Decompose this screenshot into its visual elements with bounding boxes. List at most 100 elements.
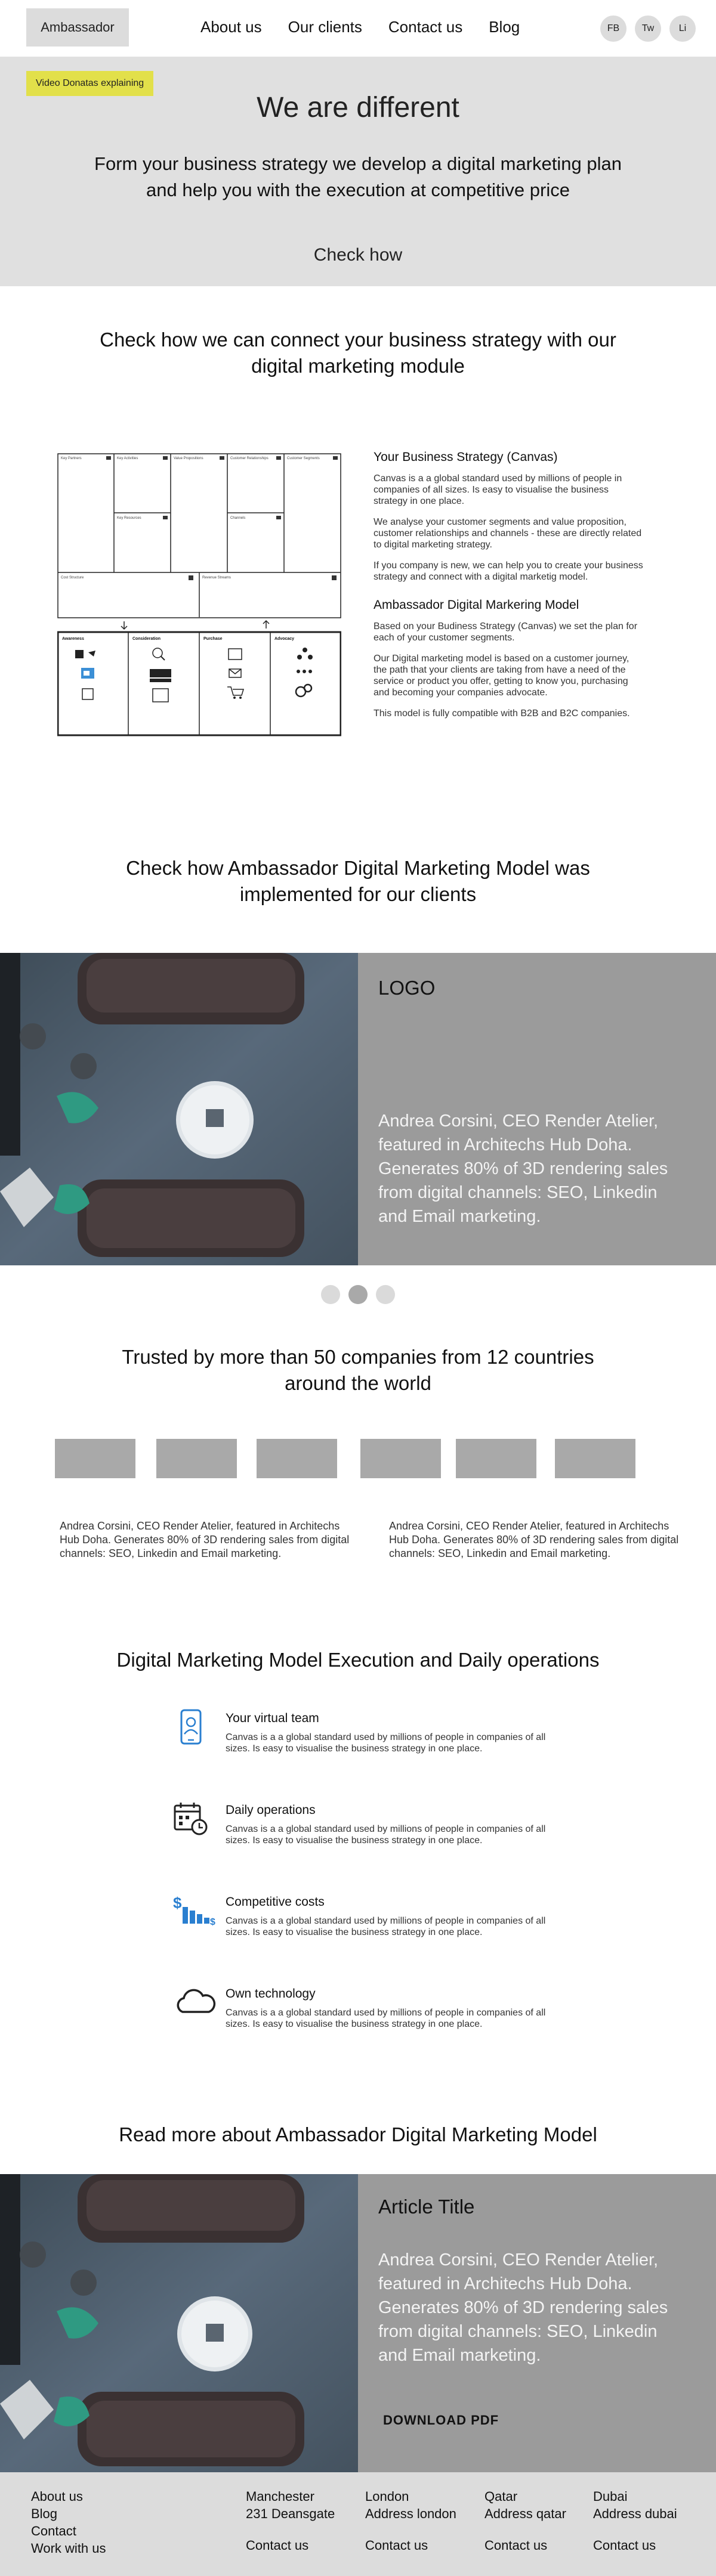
facebook-link[interactable]: FB <box>600 16 626 42</box>
client-logo-slot <box>555 1439 635 1478</box>
client-logo: LOGO <box>378 977 436 999</box>
feature-own-technology: Own technology Canvas is a a global stan… <box>173 1984 555 2056</box>
client-logo-slot <box>55 1439 135 1478</box>
site-header: Ambassador About us Our clients Contact … <box>0 0 716 57</box>
hero-section: Video Donatas explaining We are differen… <box>0 57 716 286</box>
client-logo-slot <box>156 1439 237 1478</box>
feature-text: Canvas is a a global standard used by mi… <box>226 1732 546 1754</box>
case-study-slide: LOGO Andrea Corsini, CEO Render Atelier,… <box>0 953 716 1265</box>
stage-advocacy: Advocacy <box>274 637 294 641</box>
canvas-paragraph: We analyse your customer segments and va… <box>374 517 642 550</box>
nav-about-us[interactable]: About us <box>200 18 262 36</box>
model-paragraph: Our Digital marketing model is based on … <box>374 654 629 698</box>
footer-link-blog[interactable]: Blog <box>31 2505 106 2522</box>
client-quote: Andrea Corsini, CEO Render Atelier, feat… <box>378 1111 668 1226</box>
calendar-icon <box>174 1803 208 1835</box>
canvas-description: Your Business Strategy (Canvas) Canvas i… <box>374 450 645 729</box>
stage-purchase: Purchase <box>203 637 223 641</box>
cost-chart-icon: $ $ <box>173 1894 215 1927</box>
site-footer: About us Blog Contact Work with us Manch… <box>0 2472 716 2576</box>
connect-title: Check how we can connect your business s… <box>100 329 616 377</box>
canvas-paragraph: If you company is new, we can help you t… <box>374 561 643 582</box>
nav-blog[interactable]: Blog <box>489 18 520 36</box>
office-address: Address dubai <box>593 2506 677 2521</box>
execution-title: Digital Marketing Model Execution and Da… <box>116 1649 600 1671</box>
office-contact-link[interactable]: Contact us <box>365 2537 456 2554</box>
office-qatar: Qatar Address qatar Contact us <box>484 2488 566 2554</box>
hero-subtitle: Form your business strategy we develop a… <box>94 153 622 200</box>
download-pdf-button[interactable]: DOWNLOAD PDF <box>383 2413 499 2428</box>
client-logo-slot <box>360 1439 441 1478</box>
cell-key-partners: Key Partners <box>61 457 82 460</box>
cloud-icon <box>177 1989 216 2013</box>
model-paragraph: This model is fully compatible with B2B … <box>374 708 630 719</box>
feature-daily-operations: Daily operations Canvas is a a global st… <box>173 1801 555 1872</box>
social-links: FB Tw Li <box>600 16 696 42</box>
check-how-link[interactable]: Check how <box>0 245 716 265</box>
feature-text: Canvas is a a global standard used by mi… <box>226 1824 546 1846</box>
feature-virtual-team: Your virtual team Canvas is a a global s… <box>173 1709 555 1781</box>
feature-title: Competitive costs <box>226 1895 325 1909</box>
client-logo-slot <box>257 1439 337 1478</box>
article-section: Article Title Andrea Corsini, CEO Render… <box>0 2174 716 2472</box>
phone-icon <box>180 1709 202 1745</box>
cell-key-resources: Key Resources <box>117 516 141 520</box>
office-address: Address london <box>365 2506 456 2521</box>
linkedin-link[interactable]: Li <box>669 16 696 42</box>
office-dubai: Dubai Address dubai Contact us <box>593 2488 677 2554</box>
cell-customer-segments: Customer Segments <box>287 457 320 460</box>
nav-our-clients[interactable]: Our clients <box>288 18 362 36</box>
site-logo[interactable]: Ambassador <box>26 8 129 47</box>
office-city: Qatar <box>484 2489 518 2504</box>
svg-text:$: $ <box>173 1894 182 1912</box>
feature-competitive-costs: $ $ Competitive costs Canvas is a a glob… <box>173 1893 555 1964</box>
svg-text:$: $ <box>210 1917 215 1927</box>
feature-text: Canvas is a a global standard used by mi… <box>226 1916 546 1937</box>
testimonial: Andrea Corsini, CEO Render Atelier, feat… <box>60 1520 350 1559</box>
office-city: Manchester <box>246 2489 314 2504</box>
office-address: Address qatar <box>484 2506 566 2521</box>
nav-contact-us[interactable]: Contact us <box>388 18 462 36</box>
office-contact-link[interactable]: Contact us <box>484 2537 566 2554</box>
feature-title: Your virtual team <box>226 1711 319 1725</box>
client-logos <box>55 1439 663 1478</box>
cell-key-activities: Key Activities <box>117 457 138 460</box>
footer-links: About us Blog Contact Work with us <box>31 2488 106 2557</box>
office-contact-link[interactable]: Contact us <box>246 2537 335 2554</box>
footer-link-contact[interactable]: Contact <box>31 2522 106 2540</box>
main-nav: About us Our clients Contact us Blog <box>200 18 520 36</box>
cell-revenue-streams: Revenue Streams <box>202 576 231 580</box>
cell-channels: Channels <box>230 516 245 520</box>
model-heading: Ambassador Digital Markering Model <box>374 598 579 612</box>
stage-awareness: Awareness <box>62 637 84 641</box>
cell-customer-relationships: Customer Relationships <box>230 457 268 460</box>
client-logo-slot <box>456 1439 536 1478</box>
canvas-paragraph: Canvas is a a global standard used by mi… <box>374 473 622 506</box>
model-paragraph: Based on your Budiness Strategy (Canvas)… <box>374 621 638 643</box>
office-manchester: Manchester 231 Deansgate Contact us <box>246 2488 335 2554</box>
implemented-title: Check how Ambassador Digital Marketing M… <box>126 857 590 905</box>
office-city: London <box>365 2489 409 2504</box>
cell-cost-structure: Cost Structure <box>61 576 84 580</box>
stage-consideration: Consideration <box>132 637 161 641</box>
article-photo <box>0 2174 358 2472</box>
footer-link-work-with-us[interactable]: Work with us <box>31 2540 106 2557</box>
business-model-diagram: Key Partners Key Activities Value Propos… <box>57 453 341 736</box>
case-study-panel: LOGO Andrea Corsini, CEO Render Atelier,… <box>358 953 716 1265</box>
feature-title: Own technology <box>226 1987 316 2001</box>
article-panel: Article Title Andrea Corsini, CEO Render… <box>358 2174 716 2472</box>
carousel-dot-3[interactable] <box>376 1285 395 1304</box>
office-london: London Address london Contact us <box>365 2488 456 2554</box>
feature-title: Daily operations <box>226 1803 316 1817</box>
carousel-dot-2[interactable] <box>348 1285 368 1304</box>
carousel-dots <box>0 1285 716 1304</box>
footer-link-about[interactable]: About us <box>31 2488 106 2505</box>
trusted-title: Trusted by more than 50 companies from 1… <box>122 1346 594 1394</box>
office-contact-link[interactable]: Contact us <box>593 2537 677 2554</box>
carousel-dot-1[interactable] <box>321 1285 340 1304</box>
interior-photo <box>0 953 358 1265</box>
article-excerpt: Andrea Corsini, CEO Render Atelier, feat… <box>378 2250 668 2365</box>
office-city: Dubai <box>593 2489 628 2504</box>
twitter-link[interactable]: Tw <box>635 16 661 42</box>
canvas-heading: Your Business Strategy (Canvas) <box>374 450 558 464</box>
